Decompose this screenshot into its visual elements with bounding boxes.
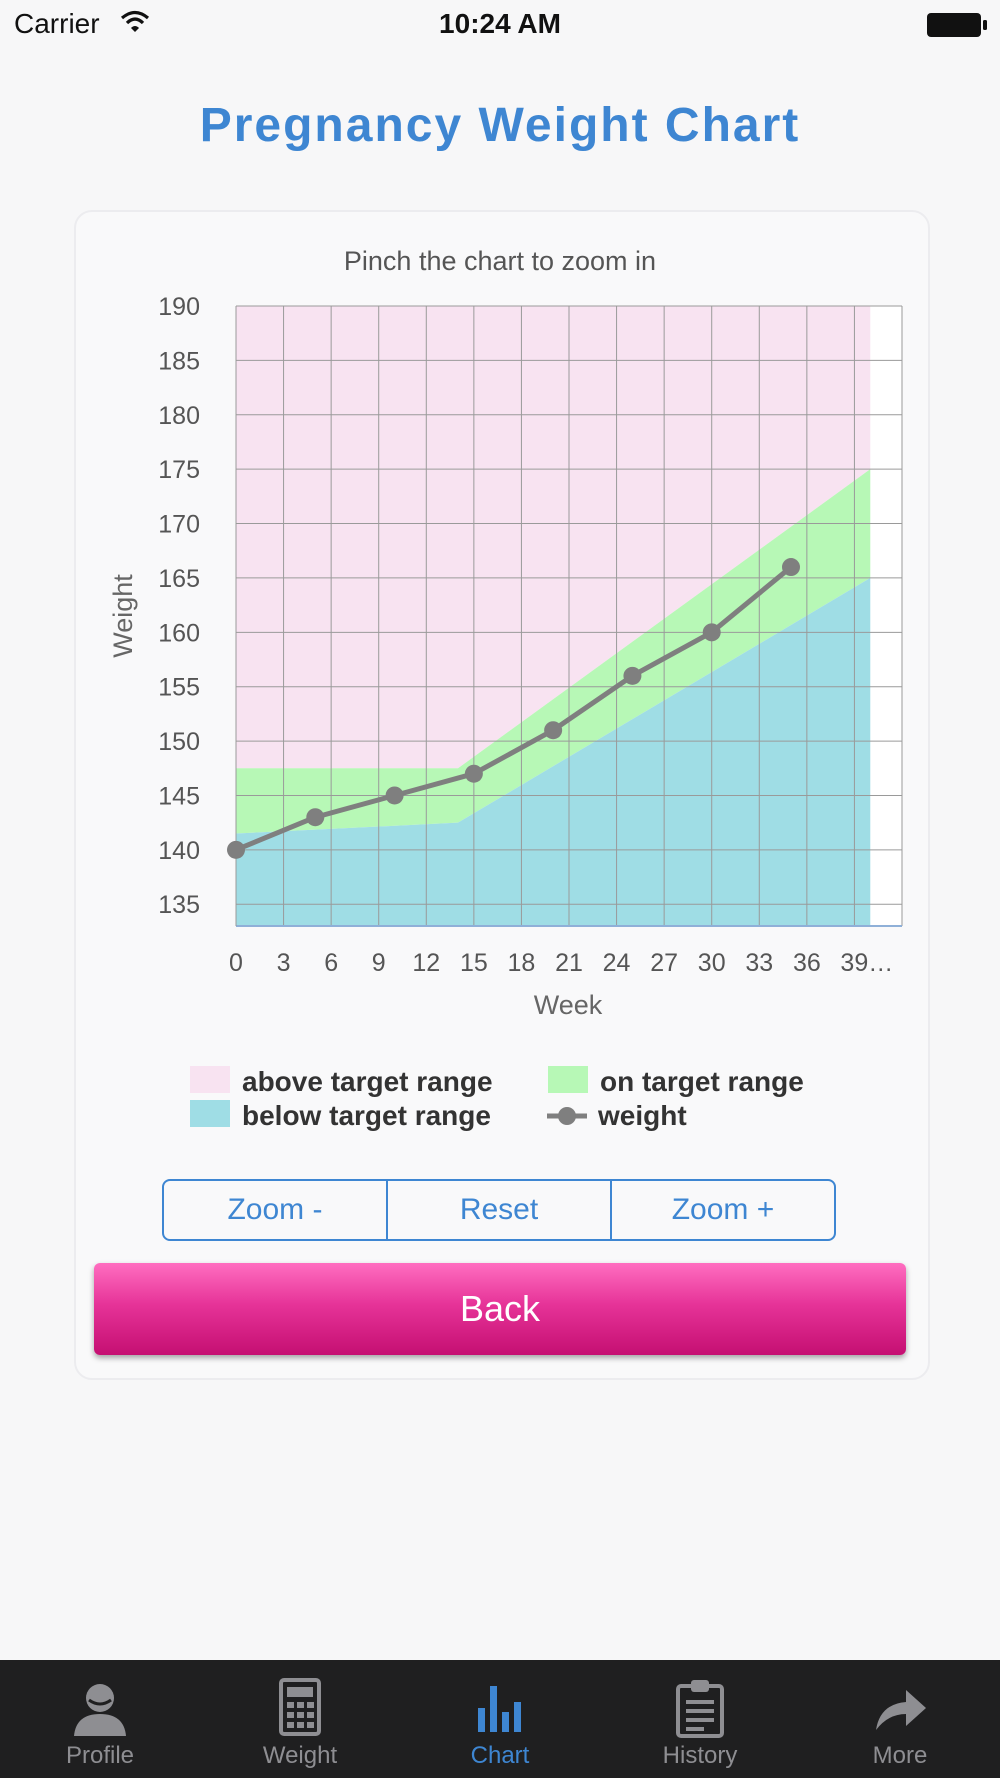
x-tick-label: 6	[324, 949, 338, 977]
weight-chart[interactable]: Pinch the chart to zoom in 1901851801751…	[0, 0, 1000, 1160]
x-tick-labels: 0 3 6 9 12 15 18 21 24 27 30 33 36 39…	[229, 949, 893, 977]
zoom-out-button[interactable]: Zoom -	[164, 1181, 388, 1239]
tab-label: History	[662, 1742, 738, 1769]
zoom-in-button[interactable]: Zoom +	[612, 1181, 834, 1239]
x-tick-label: 24	[603, 949, 631, 977]
legend-swatch-below	[190, 1100, 230, 1127]
bar-chart-icon	[478, 1686, 521, 1732]
weight-point	[702, 623, 721, 642]
x-tick-label: 12	[412, 949, 440, 977]
tab-more[interactable]: More	[800, 1660, 1000, 1778]
x-tick-label: 18	[508, 949, 536, 977]
x-tick-label: 27	[650, 949, 678, 977]
y-tick-label: 160	[158, 619, 200, 647]
y-tick-label: 185	[158, 347, 200, 375]
tab-chart[interactable]: Chart	[400, 1660, 600, 1778]
tab-label: More	[872, 1742, 928, 1769]
x-tick-label: 3	[277, 949, 291, 977]
x-tick-label: 39…	[840, 949, 893, 977]
calculator-icon	[279, 1678, 321, 1736]
weight-point	[385, 786, 404, 805]
y-tick-label: 140	[158, 837, 200, 865]
share-arrow-icon	[876, 1690, 926, 1730]
y-tick-label: 175	[158, 456, 200, 484]
x-tick-label: 0	[229, 949, 243, 977]
legend-swatch-above	[190, 1066, 230, 1093]
reset-zoom-button[interactable]: Reset	[388, 1181, 612, 1239]
y-tick-label: 165	[158, 565, 200, 593]
weight-point	[306, 808, 325, 827]
weight-point	[227, 840, 245, 859]
y-tick-label: 150	[158, 728, 200, 756]
tab-profile[interactable]: Profile	[0, 1660, 200, 1778]
x-tick-label: 30	[698, 949, 726, 977]
y-axis-label: Weight	[108, 574, 138, 658]
x-tick-label: 15	[460, 949, 488, 977]
zoom-controls: Zoom - Reset Zoom +	[162, 1179, 836, 1241]
x-tick-label: 21	[555, 949, 583, 977]
y-tick-label: 190	[158, 293, 200, 321]
clipboard-icon	[676, 1680, 724, 1738]
legend-label-below: below target range	[242, 1100, 491, 1131]
weight-point	[544, 721, 563, 740]
y-tick-label: 135	[158, 891, 200, 919]
y-tick-labels: 190 185 180 175 170 165 160 155 150 145 140 135	[158, 293, 200, 919]
x-tick-label: 9	[372, 949, 386, 977]
x-axis-label: Week	[534, 990, 603, 1020]
tab-label: Weight	[262, 1742, 338, 1769]
tab-label: Chart	[470, 1742, 530, 1769]
weight-point	[623, 666, 642, 685]
tab-label: Profile	[65, 1742, 135, 1769]
weight-point	[464, 764, 483, 783]
legend-label-weight: weight	[597, 1100, 687, 1131]
legend-swatch-weight	[547, 1107, 587, 1125]
chart-legend: above target range on target range below…	[190, 1066, 804, 1131]
back-button[interactable]: Back	[94, 1263, 906, 1355]
legend-label-above: above target range	[242, 1066, 493, 1097]
tab-weight[interactable]: Weight	[200, 1660, 400, 1778]
x-tick-label: 36	[793, 949, 821, 977]
legend-label-on: on target range	[600, 1066, 804, 1097]
legend-swatch-on	[548, 1066, 588, 1093]
chart-hint: Pinch the chart to zoom in	[344, 246, 656, 276]
y-tick-label: 170	[158, 511, 200, 539]
y-tick-label: 180	[158, 402, 200, 430]
x-tick-label: 33	[745, 949, 773, 977]
tab-history[interactable]: History	[600, 1660, 800, 1778]
weight-point	[782, 558, 800, 577]
y-tick-label: 145	[158, 782, 200, 810]
y-tick-label: 155	[158, 674, 200, 702]
tab-bar: Profile Weight Chart History More	[0, 1660, 1000, 1778]
profile-icon	[74, 1684, 126, 1736]
